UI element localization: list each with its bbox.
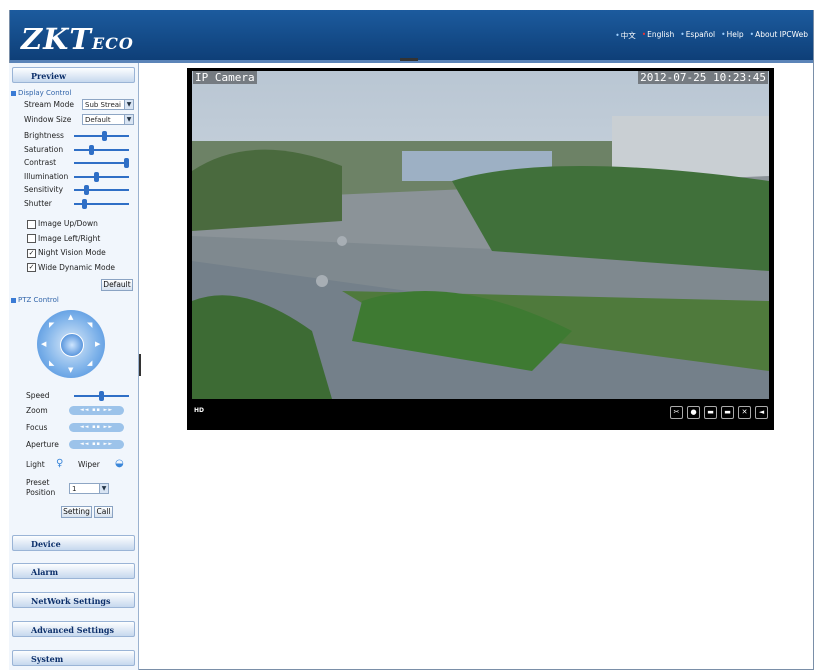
shutter-slider[interactable]	[74, 198, 129, 209]
speaker-icon[interactable]: ◄	[755, 406, 768, 419]
brightness-slider[interactable]	[74, 131, 129, 141]
wiper-label: Wiper	[78, 460, 100, 469]
slider-thumb[interactable]	[99, 391, 104, 401]
image-up-down-checkbox[interactable]: Image Up/Down	[27, 219, 98, 229]
down-arrow-icon[interactable]: ▼	[68, 366, 73, 374]
preset-call-button[interactable]: Call	[94, 506, 113, 518]
image-left-right-label: Image Left/Right	[38, 233, 101, 243]
image-up-down-label: Image Up/Down	[38, 219, 98, 228]
mute-microphone-icon[interactable]: ✕	[738, 406, 751, 419]
preset-position-select[interactable]: 1 ▼	[69, 483, 109, 494]
settings-tools-icon[interactable]: ✂	[670, 406, 683, 419]
right-arrow-icon[interactable]: ▶	[95, 340, 100, 348]
aperture-control[interactable]: ◄◄ ▪▪ ►►	[69, 440, 124, 449]
playback-icon[interactable]: ▬	[721, 406, 734, 419]
left-arrow-icon[interactable]: ◀	[41, 340, 46, 348]
camera-feed	[192, 71, 769, 399]
sensitivity-label: Sensitivity	[24, 185, 64, 194]
stream-mode-select[interactable]: Sub Streai ▼	[82, 99, 134, 110]
zoom-control[interactable]: ◄◄ ▪▪ ►►	[69, 406, 124, 415]
window-size-select[interactable]: Default ▼	[82, 114, 134, 125]
wiper-icon[interactable]: ◒	[115, 458, 124, 469]
brightness-label: Brightness	[24, 131, 64, 140]
ptz-home-button[interactable]	[60, 333, 84, 357]
video-toolbar: ✂ ● ▬ ▬ ✕ ◄	[670, 406, 768, 419]
ptz-direction-pad[interactable]: ▲ ▼ ◀ ▶ ◤ ◥ ◣ ◢	[37, 310, 105, 378]
chevron-down-icon: ▼	[124, 100, 133, 109]
contrast-label: Contrast	[24, 158, 57, 167]
chevron-down-icon: ▼	[124, 115, 133, 124]
checkbox-checked-icon[interactable]: ✓	[27, 263, 36, 272]
speed-label: Speed	[26, 391, 50, 400]
slider-thumb[interactable]	[124, 158, 129, 168]
window-size-label: Window Size	[24, 115, 72, 124]
splitter-handle-top[interactable]	[400, 58, 418, 61]
wide-dynamic-mode-checkbox[interactable]: ✓ Wide Dynamic Mode	[27, 262, 115, 272]
saturation-slider[interactable]	[74, 144, 129, 155]
focus-control[interactable]: ◄◄ ▪▪ ►►	[69, 423, 124, 432]
slider-thumb[interactable]	[81, 198, 87, 209]
up-arrow-icon[interactable]: ▲	[68, 313, 73, 321]
preset-setting-button[interactable]: Setting	[61, 506, 92, 518]
wide-dynamic-mode-label: Wide Dynamic Mode	[38, 262, 115, 272]
default-button[interactable]: Default	[101, 279, 133, 291]
preset-label: Preset	[26, 478, 50, 487]
stream-mode-label: Stream Mode	[24, 100, 74, 109]
up-right-arrow-icon[interactable]: ◥	[87, 321, 92, 329]
display-control-header[interactable]: Display Control	[11, 89, 71, 97]
contrast-slider[interactable]	[74, 158, 129, 168]
light-label: Light	[26, 460, 45, 469]
checkbox-empty-icon[interactable]	[27, 219, 36, 229]
light-bulb-icon[interactable]: ♀	[56, 458, 63, 469]
sidebar: Preview Display Control Stream Mode Sub …	[9, 63, 139, 670]
slider-thumb[interactable]	[84, 185, 89, 195]
advanced-settings-section-button[interactable]: Advanced Settings	[12, 621, 135, 637]
slider-thumb[interactable]	[101, 131, 107, 141]
saturation-label: Saturation	[24, 144, 64, 154]
collapse-icon	[11, 90, 16, 96]
up-left-arrow-icon[interactable]: ◤	[49, 321, 54, 329]
zoom-label: Zoom	[26, 406, 48, 415]
network-settings-section-button[interactable]: NetWork Settings	[12, 592, 135, 608]
video-player[interactable]: IP Camera 2012-07-25 10:23:45 HD ✂ ● ▬ ▬…	[187, 68, 774, 430]
down-left-arrow-icon[interactable]: ◣	[49, 359, 54, 367]
shutter-label: Shutter	[24, 198, 52, 208]
chevron-down-icon: ▼	[99, 484, 108, 493]
slider-thumb[interactable]	[94, 171, 99, 182]
hd-badge: HD	[194, 407, 205, 414]
device-section-button[interactable]: Device	[12, 535, 135, 551]
system-section-button[interactable]: System	[12, 650, 135, 666]
checkbox-empty-icon[interactable]	[27, 234, 36, 243]
snapshot-icon[interactable]: ●	[687, 406, 700, 419]
record-icon[interactable]: ▬	[704, 406, 717, 419]
focus-label: Focus	[26, 423, 48, 432]
night-vision-mode-checkbox[interactable]: ✓ Night Vision Mode	[27, 248, 106, 258]
ptz-control-header[interactable]: PTZ Control	[11, 296, 59, 304]
checkbox-checked-icon[interactable]: ✓	[27, 248, 36, 258]
slider-thumb[interactable]	[89, 144, 94, 155]
down-right-arrow-icon[interactable]: ◢	[87, 359, 92, 367]
sensitivity-slider[interactable]	[74, 185, 129, 195]
aperture-label: Aperture	[26, 440, 59, 449]
image-left-right-checkbox[interactable]: Image Left/Right	[27, 233, 101, 243]
illumination-slider[interactable]	[74, 171, 129, 182]
night-vision-mode-label: Night Vision Mode	[38, 248, 106, 257]
collapse-icon	[11, 297, 16, 303]
alarm-section-button[interactable]: Alarm	[12, 563, 135, 579]
timestamp-osd: 2012-07-25 10:23:45	[638, 71, 768, 84]
preview-section-button[interactable]: Preview	[12, 67, 135, 83]
camera-title-osd: IP Camera	[193, 71, 257, 84]
position-label: Position	[26, 488, 56, 497]
speed-slider[interactable]	[74, 391, 129, 401]
illumination-label: Illumination	[24, 171, 69, 181]
